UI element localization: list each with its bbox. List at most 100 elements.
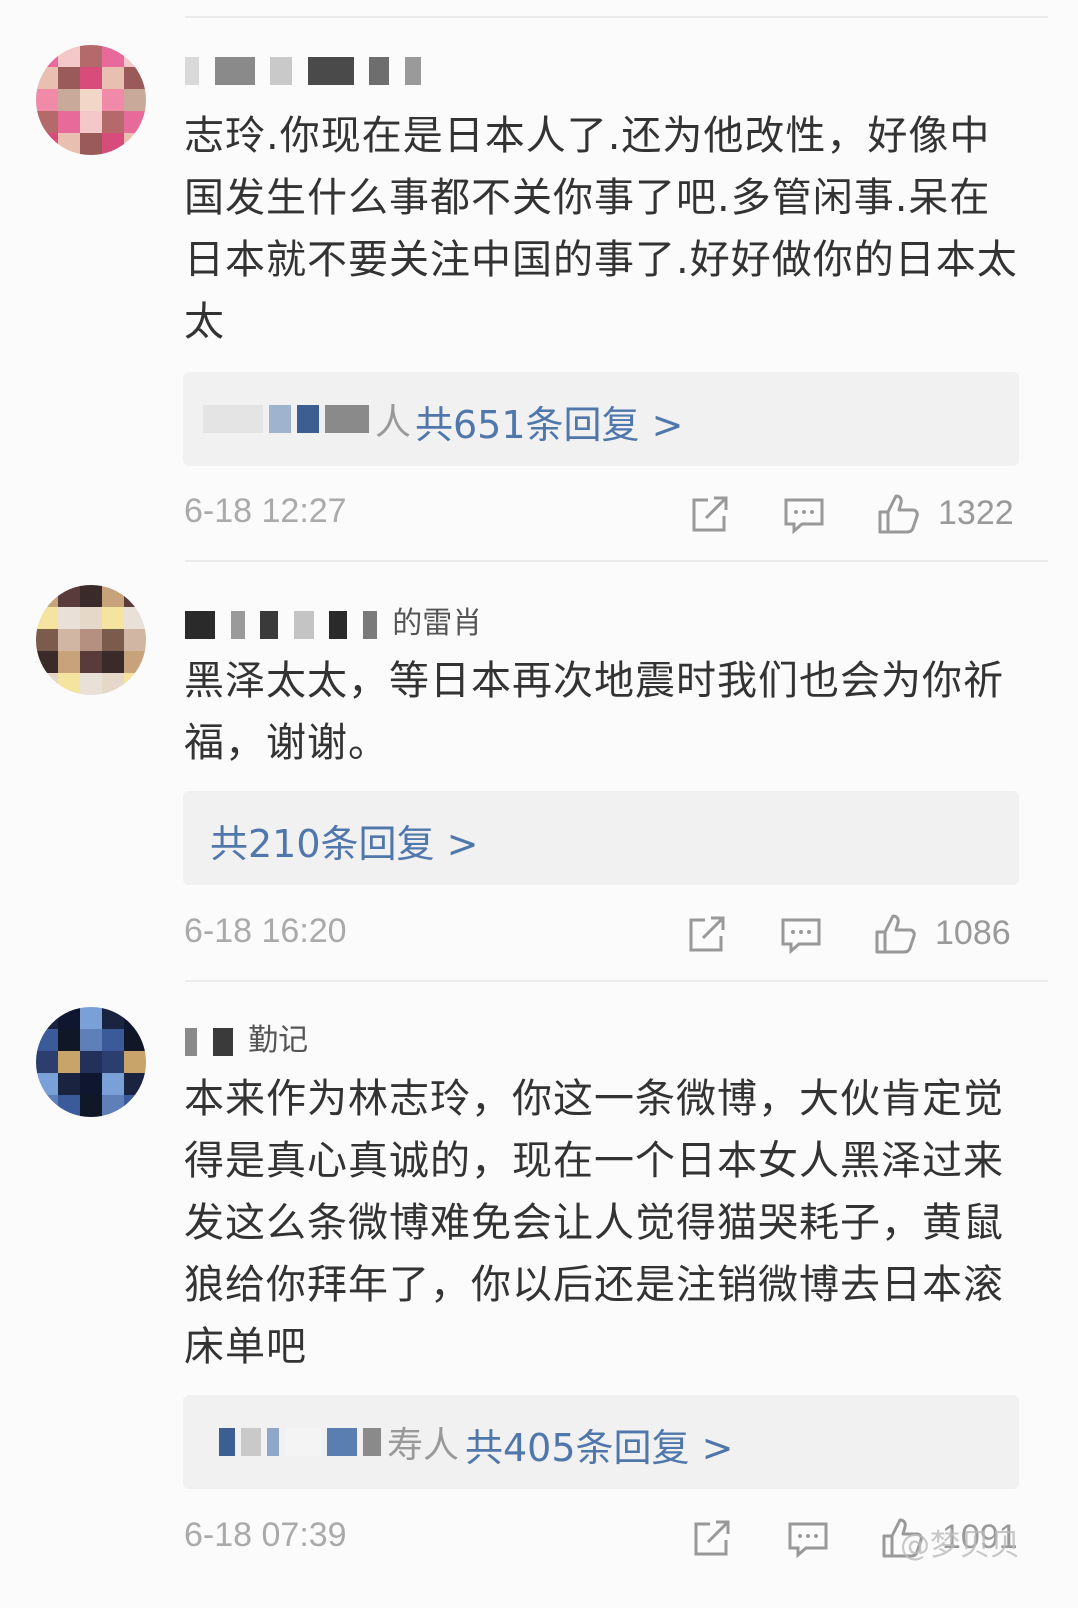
avatar-pixel	[102, 45, 124, 67]
avatar-pixel	[36, 585, 58, 607]
avatar-pixel	[102, 629, 124, 651]
avatar-pixel	[36, 1095, 58, 1117]
reply-box[interactable]: 寿人 共405条回复 >	[183, 1395, 1019, 1489]
avatar-pixel	[80, 111, 102, 133]
username[interactable]: 的雷肖	[185, 598, 482, 641]
avatar-pixel	[124, 89, 146, 111]
avatar-pixel	[124, 1029, 146, 1051]
avatar-pixel	[36, 1073, 58, 1095]
comment-icon[interactable]	[782, 492, 826, 536]
reply-usernames[interactable]: 寿人	[219, 1395, 459, 1489]
avatar-pixel	[102, 1073, 124, 1095]
avatar-pixel	[80, 1029, 102, 1051]
timestamp: 6-18 16:20	[184, 912, 347, 950]
avatar-pixel	[124, 1007, 146, 1029]
avatar-pixel	[80, 133, 102, 155]
avatar-pixel	[80, 629, 102, 651]
avatar-pixel	[80, 651, 102, 673]
like-icon[interactable]	[873, 912, 917, 956]
avatar-pixel	[80, 1095, 102, 1117]
watermark: @梦贝贝	[900, 1528, 1020, 1563]
avatar-pixel	[80, 673, 102, 695]
avatar-pixel	[36, 1029, 58, 1051]
avatar-pixel	[36, 673, 58, 695]
avatar-pixel	[58, 673, 80, 695]
avatar-pixel	[58, 133, 80, 155]
avatar[interactable]	[36, 585, 146, 695]
avatar-pixel	[58, 1095, 80, 1117]
avatar-pixel	[58, 629, 80, 651]
avatar-pixel	[80, 45, 102, 67]
avatar-pixel	[58, 651, 80, 673]
avatar-pixel	[124, 651, 146, 673]
avatar-pixel	[58, 1051, 80, 1073]
comment-text: 黑泽太太，等日本再次地震时我们也会为你祈福，谢谢。	[184, 658, 1004, 766]
avatar-pixel	[102, 1029, 124, 1051]
avatar-pixel	[102, 1007, 124, 1029]
avatar-pixel	[80, 67, 102, 89]
avatar-pixel	[80, 1007, 102, 1029]
avatar-pixel	[58, 67, 80, 89]
avatar-pixel	[124, 45, 146, 67]
like-count: 1086	[935, 914, 1011, 952]
reply-count-link[interactable]: 共210条回复 >	[210, 813, 478, 868]
share-icon[interactable]	[685, 912, 729, 956]
avatar-pixel	[102, 111, 124, 133]
avatar-pixel	[102, 607, 124, 629]
avatar-pixel	[58, 585, 80, 607]
avatar-pixel	[102, 673, 124, 695]
avatar-pixel	[58, 1073, 80, 1095]
avatar-pixel	[102, 585, 124, 607]
avatar-pixel	[36, 607, 58, 629]
avatar-pixel	[36, 651, 58, 673]
avatar-pixel	[124, 1051, 146, 1073]
avatar-pixel	[36, 67, 58, 89]
avatar-pixel	[80, 585, 102, 607]
avatar-pixel	[102, 133, 124, 155]
timestamp: 6-18 12:27	[184, 492, 347, 530]
avatar-pixel	[58, 607, 80, 629]
like-count: 1322	[938, 494, 1014, 532]
reply-box[interactable]: 共210条回复 >	[183, 791, 1019, 885]
divider	[185, 16, 1048, 18]
timestamp: 6-18 07:39	[184, 1516, 347, 1554]
avatar-pixel	[58, 111, 80, 133]
reply-usernames[interactable]: 人	[203, 372, 411, 466]
username[interactable]	[185, 52, 427, 92]
avatar-pixel	[124, 1073, 146, 1095]
avatar-pixel	[102, 651, 124, 673]
avatar-pixel	[80, 89, 102, 111]
share-icon[interactable]	[688, 492, 732, 536]
avatar-pixel	[58, 45, 80, 67]
avatar-pixel	[58, 1007, 80, 1029]
avatar-pixel	[102, 1095, 124, 1117]
avatar[interactable]	[36, 1007, 146, 1117]
avatar-pixel	[124, 607, 146, 629]
avatar-pixel	[124, 1095, 146, 1117]
like-icon[interactable]	[876, 492, 920, 536]
reply-box[interactable]: 人 共651条回复 >	[183, 372, 1019, 466]
avatar-pixel	[102, 1051, 124, 1073]
comment-meta: 6-18 12:27 1322	[0, 492, 1078, 542]
username[interactable]: 勤记	[185, 1015, 308, 1058]
avatar-pixel	[124, 629, 146, 651]
share-icon[interactable]	[690, 1516, 734, 1560]
comment-meta: 6-18 16:20 1086	[0, 912, 1078, 962]
avatar-pixel	[36, 45, 58, 67]
avatar-pixel	[36, 629, 58, 651]
divider	[185, 560, 1048, 562]
comment-icon[interactable]	[786, 1516, 830, 1560]
avatar-pixel	[80, 607, 102, 629]
avatar-pixel	[124, 133, 146, 155]
reply-count-link[interactable]: 共651条回复 >	[415, 394, 683, 449]
reply-count-link[interactable]: 共405条回复 >	[465, 1417, 733, 1472]
avatar-pixel	[36, 1007, 58, 1029]
avatar[interactable]	[36, 45, 146, 155]
avatar-pixel	[124, 673, 146, 695]
comment-icon[interactable]	[779, 912, 823, 956]
comment-list: 志玲.你现在是日本人了.还为他改性，好像中国发生什么事都不关你事了吧.多管闲事.…	[0, 0, 1078, 1608]
avatar-pixel	[80, 1073, 102, 1095]
avatar-pixel	[58, 1029, 80, 1051]
avatar-pixel	[36, 133, 58, 155]
divider	[185, 980, 1048, 982]
